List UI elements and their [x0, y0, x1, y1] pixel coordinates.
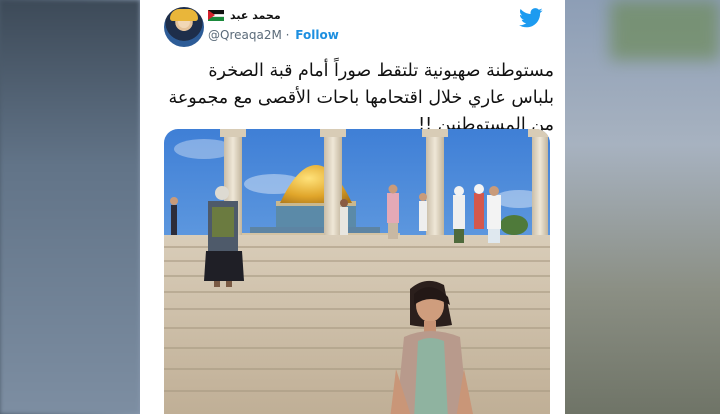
follow-button[interactable]: Follow [295, 28, 339, 42]
tweet-photo[interactable] [164, 129, 550, 414]
tweet-text: مستوطنة صهيونية تلتقط صوراً أمام قبة الص… [168, 61, 554, 135]
user-handle[interactable]: @Qreaqa2M [208, 28, 282, 42]
twitter-bird-icon[interactable] [519, 8, 543, 28]
handle-row: @Qreaqa2M · Follow [208, 28, 339, 42]
blurred-background-left [0, 0, 140, 414]
avatar[interactable] [164, 7, 204, 47]
tweet-header: محمد عبد @Qreaqa2M · Follow [140, 0, 565, 52]
display-name[interactable]: محمد عبد [230, 9, 281, 22]
name-row: محمد عبد [208, 9, 281, 22]
separator-dot: · [285, 28, 290, 42]
palestine-flag-icon [208, 10, 224, 21]
tweet-card: محمد عبد @Qreaqa2M · Follow مستوطنة صهيو… [140, 0, 565, 414]
blurred-background-right [565, 0, 720, 414]
